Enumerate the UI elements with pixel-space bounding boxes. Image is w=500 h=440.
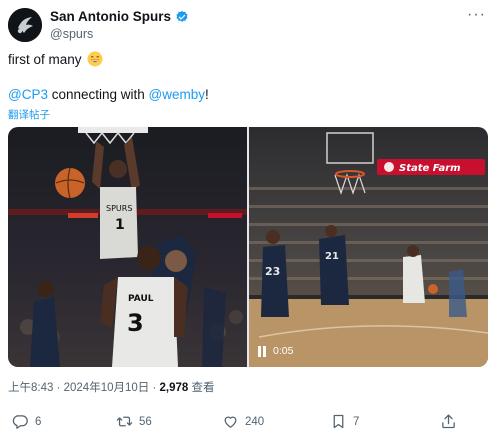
svg-text:23: 23: [265, 265, 280, 278]
avatar[interactable]: [8, 8, 42, 42]
meta-separator: ·: [149, 382, 160, 394]
media-grid: SPURS 1 PAUL 3 State Farm 23 21 0:05: [8, 127, 488, 367]
video-time: 0:05: [273, 345, 294, 357]
like-icon: [224, 416, 237, 428]
meta-separator: ·: [53, 382, 64, 394]
grinning-emoji-icon: [87, 51, 103, 67]
tweet-text-line2: @CP3 connecting with @wemby!: [8, 87, 209, 102]
tweet-text-line1: first of many: [8, 51, 103, 67]
author-display-name[interactable]: San Antonio Spurs: [50, 9, 171, 24]
action-bar: 6 56 240 7: [8, 413, 492, 433]
tweet-time[interactable]: 上午8:43: [8, 382, 53, 394]
author-handle[interactable]: @spurs: [50, 27, 93, 41]
reply-button[interactable]: 6: [12, 413, 41, 430]
media-photo[interactable]: SPURS 1 PAUL 3: [8, 127, 247, 367]
video-sponsor-sign: State Farm: [399, 163, 461, 174]
author-name-row: San Antonio Spurs: [50, 9, 189, 24]
tweet-header: San Antonio Spurs @spurs ···: [8, 7, 492, 42]
spurs-logo-icon: [8, 8, 42, 42]
svg-text:21: 21: [325, 251, 339, 262]
repost-icon: [116, 416, 133, 427]
dunk-photo: SPURS 1 PAUL 3: [8, 127, 247, 367]
pause-icon[interactable]: [257, 345, 267, 357]
tweet-text-end: !: [205, 87, 209, 102]
repost-button[interactable]: 56: [116, 413, 152, 430]
mention-wemby-link[interactable]: @wemby: [149, 87, 205, 102]
translate-post-link[interactable]: 翻译帖子: [8, 107, 50, 122]
more-options-icon[interactable]: ···: [467, 7, 486, 23]
video-controls: 0:05: [257, 345, 293, 357]
jersey-wordmark-top: SPURS: [106, 204, 132, 213]
verified-badge-icon: [175, 10, 189, 24]
reply-count: 6: [35, 415, 42, 428]
tweet-meta: 上午8:43 · 2024年10月10日 · 2,978 查看: [8, 379, 215, 395]
repost-count: 56: [139, 415, 152, 428]
tweet-date[interactable]: 2024年10月10日: [64, 382, 150, 394]
media-video[interactable]: State Farm 23 21 0:05: [249, 127, 488, 367]
bookmark-count: 7: [353, 415, 360, 428]
tweet-text: first of many: [8, 52, 82, 67]
mention-cp3-link[interactable]: @CP3: [8, 87, 48, 102]
jersey-number-top: 1: [115, 217, 125, 233]
jersey-number-bottom: 3: [127, 309, 144, 337]
reply-icon: [12, 415, 28, 429]
view-count: 2,978: [159, 382, 189, 394]
share-icon: [442, 414, 455, 429]
like-button[interactable]: 240: [222, 413, 264, 430]
tweet-text-mid: connecting with: [47, 87, 149, 102]
jersey-name-bottom: PAUL: [128, 294, 154, 304]
game-video-frame: State Farm 23 21: [249, 127, 488, 367]
views-label: 查看: [188, 382, 215, 394]
like-count: 240: [245, 415, 265, 428]
bookmark-button[interactable]: 7: [330, 413, 359, 430]
share-button[interactable]: [440, 413, 457, 430]
bookmark-icon: [333, 414, 344, 429]
